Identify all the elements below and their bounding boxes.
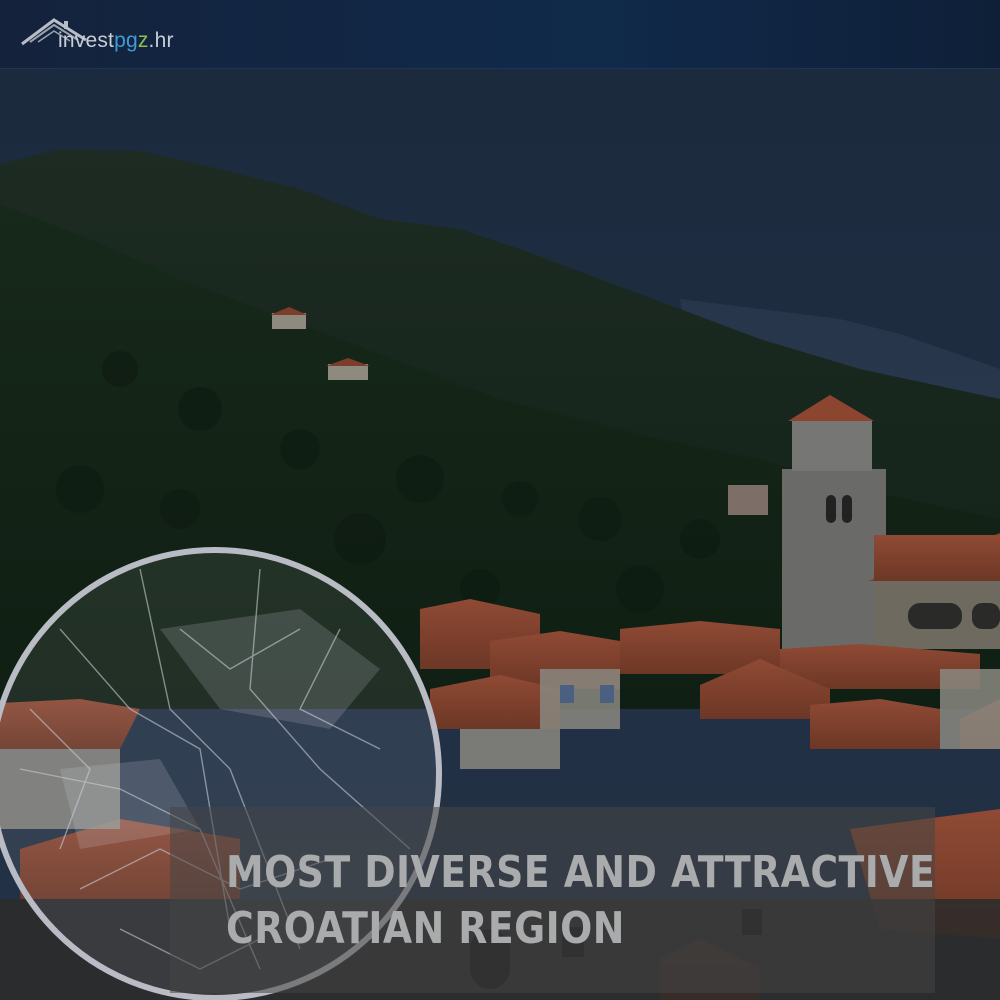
- site-logo[interactable]: investpgz.hr: [20, 8, 174, 60]
- headline-line-1: MOST DIVERSE AND ATTRACTIVE: [226, 847, 936, 898]
- logo-text: investpgz.hr: [58, 29, 174, 52]
- headline-line-2: CROATIAN REGION: [226, 903, 625, 954]
- site-header: investpgz.hr: [0, 0, 1000, 69]
- hero-banner: MOST DIVERSE AND ATTRACTIVE CROATIAN REG…: [0, 69, 1000, 1000]
- headline-panel: MOST DIVERSE AND ATTRACTIVE CROATIAN REG…: [170, 807, 935, 993]
